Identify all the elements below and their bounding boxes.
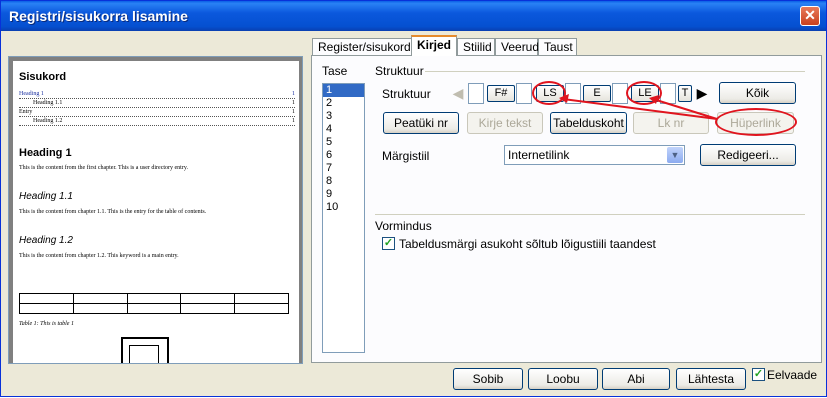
annotation-arrows [559, 94, 718, 120]
preview-checkbox[interactable]: ✓ [752, 368, 765, 381]
help-button[interactable]: Abi [602, 368, 670, 390]
annotation-arrowhead [649, 95, 659, 104]
ok-button[interactable]: Sobib [453, 368, 523, 390]
annotation-arrow [562, 98, 718, 120]
reset-button[interactable]: Lähtesta [676, 368, 746, 390]
dialog-window: Registri/sisukorra lisamine ✕ Sisukord H… [0, 0, 827, 397]
annotation-arrowhead [559, 94, 569, 103]
preview-checkbox-label: Eelvaade [767, 368, 818, 382]
cancel-button[interactable]: Loobu [528, 368, 598, 390]
annotation-arrow [652, 98, 718, 120]
tab-entries[interactable]: Kirjed [411, 35, 457, 56]
